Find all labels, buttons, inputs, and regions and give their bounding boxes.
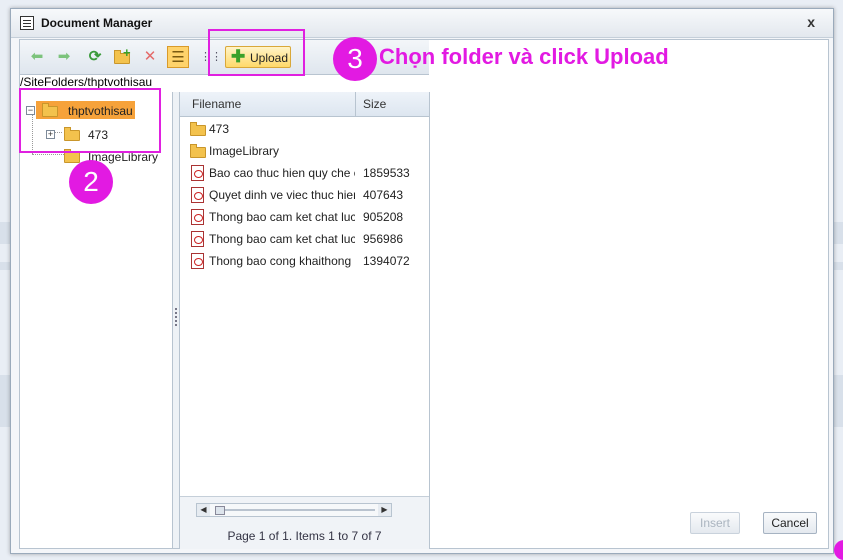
file-name: Quyet dinh ve viec thuc hien <box>209 188 355 202</box>
panel-splitter[interactable] <box>173 92 180 548</box>
table-row[interactable]: 473 <box>180 118 429 140</box>
refresh-icon[interactable]: ⟳ <box>86 48 104 66</box>
forward-icon[interactable]: ➡ <box>55 48 73 66</box>
folder-icon <box>190 144 206 158</box>
step3-instruction: Chọn folder và click Upload <box>379 44 669 69</box>
corner-marker <box>834 540 843 560</box>
file-size: 905208 <box>363 210 404 224</box>
current-path: /SiteFolders/thptvothisau <box>20 75 153 89</box>
delete-icon[interactable]: ✕ <box>141 48 159 66</box>
column-header-filename[interactable]: Filename <box>192 97 241 111</box>
pdf-icon <box>191 231 204 247</box>
file-size: 407643 <box>363 188 404 202</box>
document-icon <box>20 16 34 30</box>
file-name: Thong bao cam ket chat luc <box>209 210 355 224</box>
cancel-button[interactable]: Cancel <box>763 512 817 534</box>
pdf-icon <box>191 253 204 269</box>
pager-info: Page 1 of 1. Items 1 to 7 of 7 <box>227 529 382 543</box>
grid-pager: ◀ ▶ Page 1 of 1. Items 1 to 7 of 7 <box>180 496 429 549</box>
horizontal-scrollbar[interactable]: ◀ ▶ <box>196 503 392 517</box>
table-row[interactable]: Thong bao cam ket chat luc 956986 <box>180 228 429 250</box>
file-size: 1859533 <box>363 166 410 180</box>
step3-badge: 3 <box>333 37 377 81</box>
back-icon[interactable]: ⬅ <box>28 48 46 66</box>
new-folder-icon[interactable]: + <box>113 45 131 66</box>
dialog-titlebar: Document Manager x <box>11 9 833 38</box>
file-name: 473 <box>209 122 230 136</box>
column-header-size[interactable]: Size <box>363 97 386 111</box>
file-name: Bao cao thuc hien quy che c <box>209 166 355 180</box>
scroll-right-icon[interactable]: ▶ <box>378 504 391 516</box>
dialog-title: Document Manager <box>41 16 153 30</box>
table-row[interactable]: Quyet dinh ve viec thuc hien 407643 <box>180 184 429 206</box>
file-size: 956986 <box>363 232 404 246</box>
step2-badge: 2 <box>69 160 113 204</box>
step3-highlight-box <box>208 29 305 76</box>
pdf-icon <box>191 209 204 225</box>
pdf-icon <box>191 187 204 203</box>
table-row[interactable]: ImageLibrary <box>180 140 429 162</box>
splitter-grip <box>175 308 179 326</box>
table-row[interactable]: Thong bao cam ket chat luc 905208 <box>180 206 429 228</box>
plus-icon: + <box>123 45 131 60</box>
scroll-thumb[interactable] <box>215 506 225 515</box>
insert-button[interactable]: Insert <box>690 512 740 534</box>
file-name: Thong bao cong khaithong <box>209 254 352 268</box>
folder-icon <box>190 122 206 136</box>
folder-icon <box>64 149 80 163</box>
scroll-left-icon[interactable]: ◀ <box>197 504 210 516</box>
file-name: ImageLibrary <box>209 144 280 158</box>
column-divider <box>355 92 356 116</box>
file-size: 1394072 <box>363 254 410 268</box>
pdf-icon <box>191 165 204 181</box>
list-view-icon[interactable]: ☰ <box>167 46 189 68</box>
file-name: Thong bao cam ket chat luc <box>209 232 355 246</box>
scroll-track <box>223 509 375 511</box>
step2-highlight-box <box>19 88 161 153</box>
table-row[interactable]: Bao cao thuc hien quy che c 1859533 <box>180 162 429 184</box>
close-icon[interactable]: x <box>807 14 815 30</box>
file-grid: Filename Size 473 ImageLibrary Bao cao t… <box>180 92 430 549</box>
table-row[interactable]: Thong bao cong khaithong 1394072 <box>180 250 429 272</box>
grid-header: Filename Size <box>180 92 429 117</box>
